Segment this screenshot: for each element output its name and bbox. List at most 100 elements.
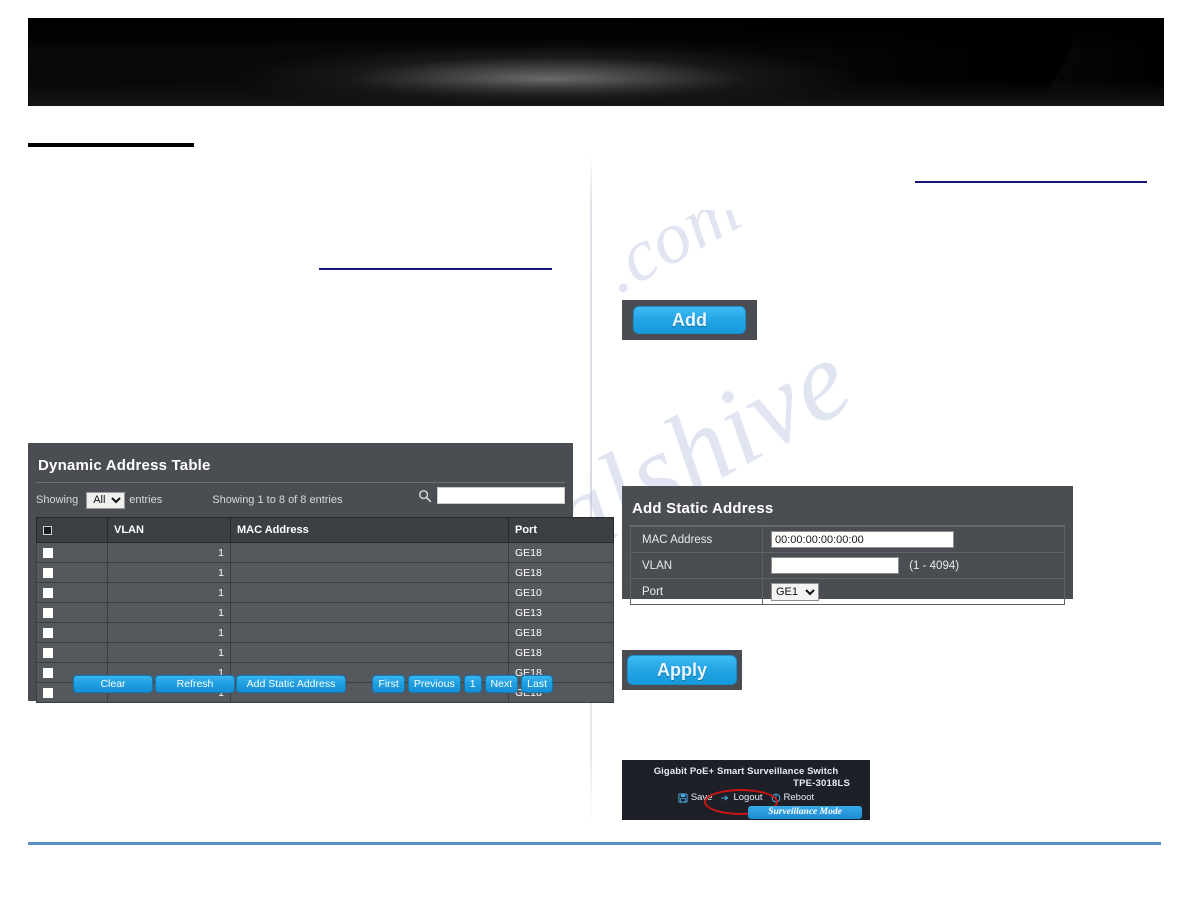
- row-select-cell[interactable]: [36, 582, 108, 603]
- field-mac-address: [762, 526, 1065, 553]
- pager-previous-button[interactable]: Previous: [407, 675, 461, 693]
- pager-last-button[interactable]: Last: [521, 675, 553, 693]
- cell-mac-address: [230, 562, 509, 583]
- add-static-address-panel: Add Static Address MAC Address VLAN (1 -…: [622, 486, 1073, 605]
- save-label: Save: [690, 792, 713, 803]
- reboot-power-icon: [771, 793, 780, 802]
- table-toolbar: Showing All entries Showing 1 to 8 of 8 …: [28, 483, 573, 515]
- search-icon: [419, 489, 432, 502]
- cell-vlan: 1: [107, 602, 231, 623]
- row-checkbox[interactable]: [43, 547, 53, 558]
- cell-port: GE18: [508, 562, 614, 583]
- cell-port: GE10: [508, 582, 614, 603]
- label-vlan: VLAN: [630, 552, 763, 579]
- vlan-input[interactable]: [771, 557, 899, 574]
- logout-arrow-icon: [721, 794, 729, 801]
- reboot-action[interactable]: Reboot: [771, 792, 815, 803]
- form-row-vlan: VLAN (1 - 4094): [630, 552, 1065, 579]
- form-row-port: Port GE1: [630, 578, 1065, 605]
- row-select-cell[interactable]: [36, 602, 108, 623]
- add-static-address-button[interactable]: Add Static Address: [236, 675, 346, 693]
- header-mac-address[interactable]: MAC Address: [230, 517, 509, 543]
- cell-port: GE13: [508, 602, 614, 623]
- field-port: GE1: [762, 578, 1065, 605]
- label-mac-address: MAC Address: [630, 526, 763, 553]
- table-row[interactable]: 1 GE18: [36, 622, 614, 643]
- reboot-label: Reboot: [783, 792, 815, 803]
- apply-button[interactable]: Apply: [627, 655, 737, 685]
- refresh-button[interactable]: Refresh: [155, 675, 235, 693]
- device-action-bar: Save Logout Reboot: [622, 789, 870, 815]
- entries-per-page-select[interactable]: All: [86, 491, 126, 509]
- cell-vlan: 1: [107, 622, 231, 643]
- table-row[interactable]: 1 GE18: [36, 642, 614, 663]
- pagination: First Previous 1 Next Last: [372, 675, 553, 693]
- row-checkbox[interactable]: [43, 607, 53, 618]
- form-row-mac-address: MAC Address: [630, 526, 1065, 553]
- header-select-all[interactable]: [36, 517, 108, 543]
- cell-port: GE18: [508, 642, 614, 663]
- table-row[interactable]: 1 GE13: [36, 602, 614, 623]
- apply-button-container: Apply: [622, 650, 742, 690]
- logout-action[interactable]: Logout: [720, 792, 763, 803]
- row-checkbox[interactable]: [43, 627, 53, 638]
- row-select-cell[interactable]: [36, 622, 108, 643]
- save-action[interactable]: Save: [678, 792, 713, 803]
- label-port: Port: [630, 578, 763, 605]
- cell-port: GE18: [508, 622, 614, 643]
- table-row[interactable]: 1 GE18: [36, 542, 614, 563]
- device-product-name: Gigabit PoE+ Smart Surveillance Switch: [653, 766, 839, 777]
- showing-label: Showing: [36, 494, 79, 506]
- cell-mac-address: [230, 582, 509, 603]
- cell-port: GE18: [508, 542, 614, 563]
- pager-next-button[interactable]: Next: [484, 675, 519, 693]
- header-port[interactable]: Port: [508, 517, 614, 543]
- pager-first-button[interactable]: First: [372, 675, 405, 693]
- field-vlan: (1 - 4094): [762, 552, 1065, 579]
- cell-vlan: 1: [107, 582, 231, 603]
- cell-vlan: 1: [107, 562, 231, 583]
- row-checkbox[interactable]: [43, 567, 53, 578]
- right-column-navy-rule: [915, 181, 1147, 183]
- footer-rule: [28, 842, 1161, 845]
- row-select-cell[interactable]: [36, 562, 108, 583]
- table-search-input[interactable]: [437, 487, 565, 504]
- port-select[interactable]: GE1: [771, 582, 819, 601]
- cell-vlan: 1: [107, 542, 231, 563]
- row-select-cell[interactable]: [36, 542, 108, 563]
- mac-address-input[interactable]: [771, 531, 954, 548]
- logout-label: Logout: [733, 792, 763, 803]
- dynamic-address-table-panel: Dynamic Address Table Showing All entrie…: [28, 443, 614, 703]
- row-checkbox[interactable]: [43, 587, 53, 598]
- add-button[interactable]: Add: [633, 306, 746, 334]
- row-checkbox[interactable]: [43, 647, 53, 658]
- floppy-disk-icon: [678, 792, 688, 803]
- select-all-checkbox[interactable]: [43, 525, 52, 535]
- cell-vlan: 1: [107, 642, 231, 663]
- cell-mac-address: [230, 542, 509, 563]
- left-column-navy-rule: [319, 268, 552, 270]
- add-button-container: Add: [622, 300, 757, 340]
- vlan-range-hint: (1 - 4094): [909, 559, 960, 572]
- table-row[interactable]: 1 GE18: [36, 562, 614, 583]
- row-select-cell[interactable]: [36, 642, 108, 663]
- table-row[interactable]: 1 GE10: [36, 582, 614, 603]
- column-divider: [590, 152, 592, 822]
- cell-mac-address: [230, 602, 509, 623]
- header-vlan[interactable]: VLAN: [107, 517, 231, 543]
- surveillance-mode-button[interactable]: Surveillance Mode: [748, 806, 862, 819]
- panel-title-add-static-address: Add Static Address: [632, 500, 774, 517]
- device-model: TPE-3018LS: [793, 778, 850, 789]
- entries-info: Showing 1 to 8 of 8 entries: [212, 494, 343, 506]
- heading-rule: [28, 143, 194, 147]
- pager-page-1-button[interactable]: 1: [463, 675, 482, 693]
- add-static-address-form: MAC Address VLAN (1 - 4094) Port GE1: [630, 526, 1065, 605]
- cell-mac-address: [230, 622, 509, 643]
- clear-button[interactable]: Clear: [73, 675, 153, 693]
- table-header-row: VLAN MAC Address Port: [36, 517, 614, 543]
- entries-label: entries: [129, 494, 163, 506]
- search-area: [418, 487, 565, 504]
- banner-bottom-shade: [28, 80, 1164, 106]
- device-header-panel: Gigabit PoE+ Smart Surveillance Switch T…: [622, 760, 870, 820]
- panel-title-dynamic-address-table: Dynamic Address Table: [38, 457, 211, 474]
